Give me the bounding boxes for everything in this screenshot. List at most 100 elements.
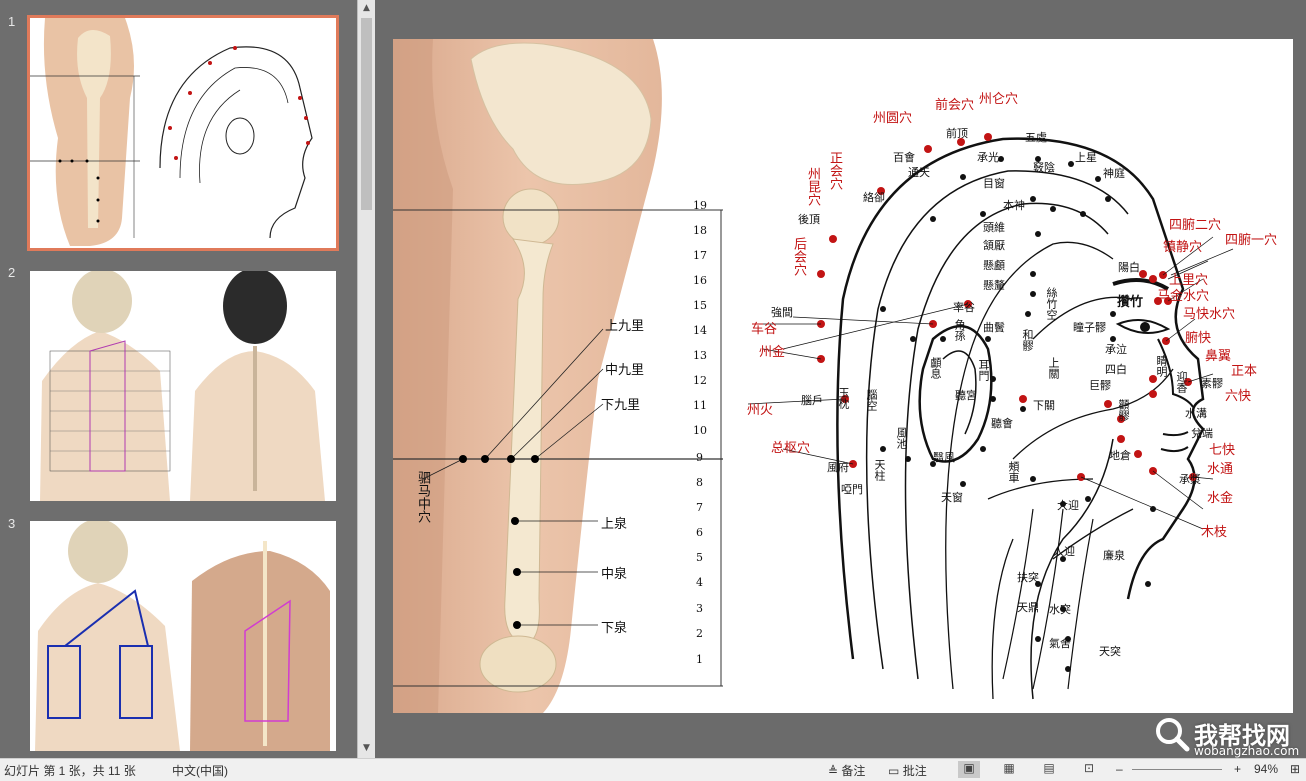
- fit-slide-icon[interactable]: ⊞: [1290, 762, 1300, 776]
- zoom-slider[interactable]: [1132, 769, 1222, 770]
- point-touwei: 頭維: [983, 221, 1005, 234]
- scrollbar-thumb[interactable]: [361, 18, 372, 210]
- point-jingming: 睛明: [1155, 355, 1168, 377]
- point-qianhui: 前会穴: [935, 98, 975, 113]
- zoom-in-button[interactable]: +: [1234, 762, 1241, 776]
- point-tiantu: 天突: [1099, 645, 1121, 658]
- point-lianquan: 廉泉: [1103, 549, 1125, 562]
- point-tinggong: 聽宮: [955, 389, 977, 402]
- point-daying: 大迎: [1057, 499, 1079, 512]
- point-duiduan: 兌端: [1191, 427, 1213, 440]
- slide-thumbnail-pane: 1 2 3: [0, 0, 357, 758]
- point-sizhukong: 絲竹空: [1045, 287, 1058, 320]
- thumbnail-number-1: 1: [8, 14, 16, 29]
- point-futu: 扶突: [1017, 571, 1039, 584]
- point-fukuai: 腑快: [1185, 331, 1212, 346]
- scroll-down-arrow-icon[interactable]: ▼: [358, 740, 375, 756]
- point-chengqi: 承泣: [1105, 343, 1127, 356]
- point-qubin: 曲鬢: [983, 321, 1005, 334]
- notes-icon: ≜: [828, 764, 839, 778]
- point-qiangjian: 強間: [771, 306, 793, 319]
- point-shangxing: 上星: [1075, 151, 1097, 164]
- point-tianzhu: 天柱: [873, 459, 886, 481]
- point-zhengben: 正本: [1231, 364, 1258, 379]
- point-houding: 後頂: [798, 213, 820, 226]
- point-shuijin: 水金: [1207, 491, 1234, 506]
- thumbnail-scrollbar[interactable]: ▲ ▼: [357, 0, 375, 758]
- point-shuitu: 水突: [1049, 603, 1071, 616]
- point-muzhi: 木枝: [1201, 525, 1228, 540]
- zoom-out-button[interactable]: –: [1116, 762, 1123, 776]
- label-upper-nine: 上九里: [605, 319, 645, 334]
- point-yuzhen: 玉枕: [837, 387, 850, 409]
- point-benshen: 本神: [1003, 199, 1025, 212]
- slide-thumbnail-3[interactable]: [30, 521, 336, 751]
- slide-sorter-view-button[interactable]: ▦: [998, 761, 1020, 778]
- point-shuigou: 水溝: [1185, 407, 1207, 420]
- watermark-url: wobangzhao.com: [1194, 744, 1300, 758]
- reading-view-icon: ▤: [1043, 761, 1055, 775]
- point-zongshu: 总枢穴: [771, 441, 811, 456]
- zoom-level[interactable]: 94%: [1254, 762, 1278, 776]
- watermark: 我帮找网 wobangzhao.com: [1150, 712, 1300, 760]
- label-upper-spring: 上泉: [601, 517, 628, 532]
- point-jiache: 頰車: [1007, 461, 1020, 483]
- thumbnail-number-3: 3: [8, 516, 16, 531]
- language-indicator[interactable]: 中文(中国): [172, 762, 228, 779]
- status-bar: 幻灯片 第 1 张，共 11 张 中文(中国) ≜ 备注 ▭ 批注 ▣ ▦ ▤ …: [0, 758, 1306, 781]
- point-quanliao: 顴髎: [1117, 399, 1130, 421]
- point-renying: 人迎: [1053, 545, 1075, 558]
- slideshow-view-button[interactable]: ⊡: [1078, 761, 1100, 778]
- slideshow-icon: ⊡: [1083, 761, 1095, 775]
- leg-point-markers: [422, 328, 604, 629]
- point-xiaguan: 下關: [1033, 399, 1055, 412]
- point-zhoukun: 州昆穴: [805, 167, 820, 206]
- point-cuanzhu: 攢竹: [1117, 295, 1144, 310]
- comments-button[interactable]: ▭ 批注: [888, 762, 927, 779]
- point-fengfu: 風府: [827, 461, 849, 474]
- point-tongziliao: 瞳子髎: [1073, 321, 1106, 334]
- point-naohu: 腦戶: [801, 394, 823, 407]
- point-zhenghui: 正会穴: [827, 151, 842, 190]
- slide-canvas[interactable]: 19 18 17 16 15 14 13 12 11 10 9 8 7 6 5 …: [393, 39, 1293, 713]
- point-biyi: 鼻翼: [1205, 349, 1232, 364]
- point-jiaosun: 角孫: [953, 319, 966, 341]
- point-wuchu: 五處: [1025, 131, 1047, 144]
- point-chengjiang: 承漿: [1179, 473, 1201, 486]
- point-liukuai: 六快: [1225, 389, 1252, 404]
- label-middle-nine: 中九里: [605, 363, 645, 378]
- point-qiaoyin: 竅陰: [1033, 161, 1055, 174]
- scroll-up-arrow-icon[interactable]: ▲: [358, 0, 375, 16]
- point-qishe: 氣舍: [1049, 637, 1071, 650]
- slide-3-preview: [30, 521, 336, 751]
- point-fengchi: 風池: [895, 427, 908, 449]
- slide-2-preview: [30, 271, 336, 501]
- notes-button[interactable]: ≜ 备注: [828, 762, 865, 779]
- point-naokong: 腦空: [865, 389, 878, 411]
- slide-count-text: 幻灯片 第 1 张，共 11 张: [4, 764, 136, 778]
- notes-label: 备注: [841, 764, 866, 778]
- point-tianchuang: 天窗: [941, 491, 963, 504]
- normal-view-icon: ▣: [963, 761, 975, 775]
- point-houhui: 后会穴: [791, 237, 806, 276]
- point-hanyan: 頷厭: [983, 239, 1005, 252]
- point-baihui: 百會: [893, 151, 915, 164]
- point-yamen: 啞門: [841, 483, 863, 496]
- point-shangguan: 上關: [1047, 357, 1060, 379]
- point-zhoulun: 州仑穴: [979, 92, 1019, 107]
- point-zhenjing: 镇静穴: [1163, 240, 1203, 255]
- point-suliao: 素髎: [1201, 377, 1223, 390]
- point-shuitong: 水通: [1207, 462, 1234, 477]
- point-siwan-1: 四腑一穴: [1225, 233, 1278, 248]
- slide-thumbnail-1[interactable]: [27, 15, 339, 251]
- point-majinshui: 马金水穴: [1157, 289, 1210, 304]
- reading-view-button[interactable]: ▤: [1038, 761, 1060, 778]
- point-shuaigu: 率谷: [953, 301, 975, 314]
- point-tinghui: 聽會: [991, 417, 1013, 430]
- slide-1-preview: [30, 18, 336, 248]
- point-xuanlu: 懸顱: [983, 259, 1005, 272]
- slide-thumbnail-2[interactable]: [30, 271, 336, 501]
- point-xuanli: 懸釐: [983, 279, 1005, 292]
- normal-view-button[interactable]: ▣: [958, 761, 980, 778]
- comment-icon: ▭: [888, 764, 900, 778]
